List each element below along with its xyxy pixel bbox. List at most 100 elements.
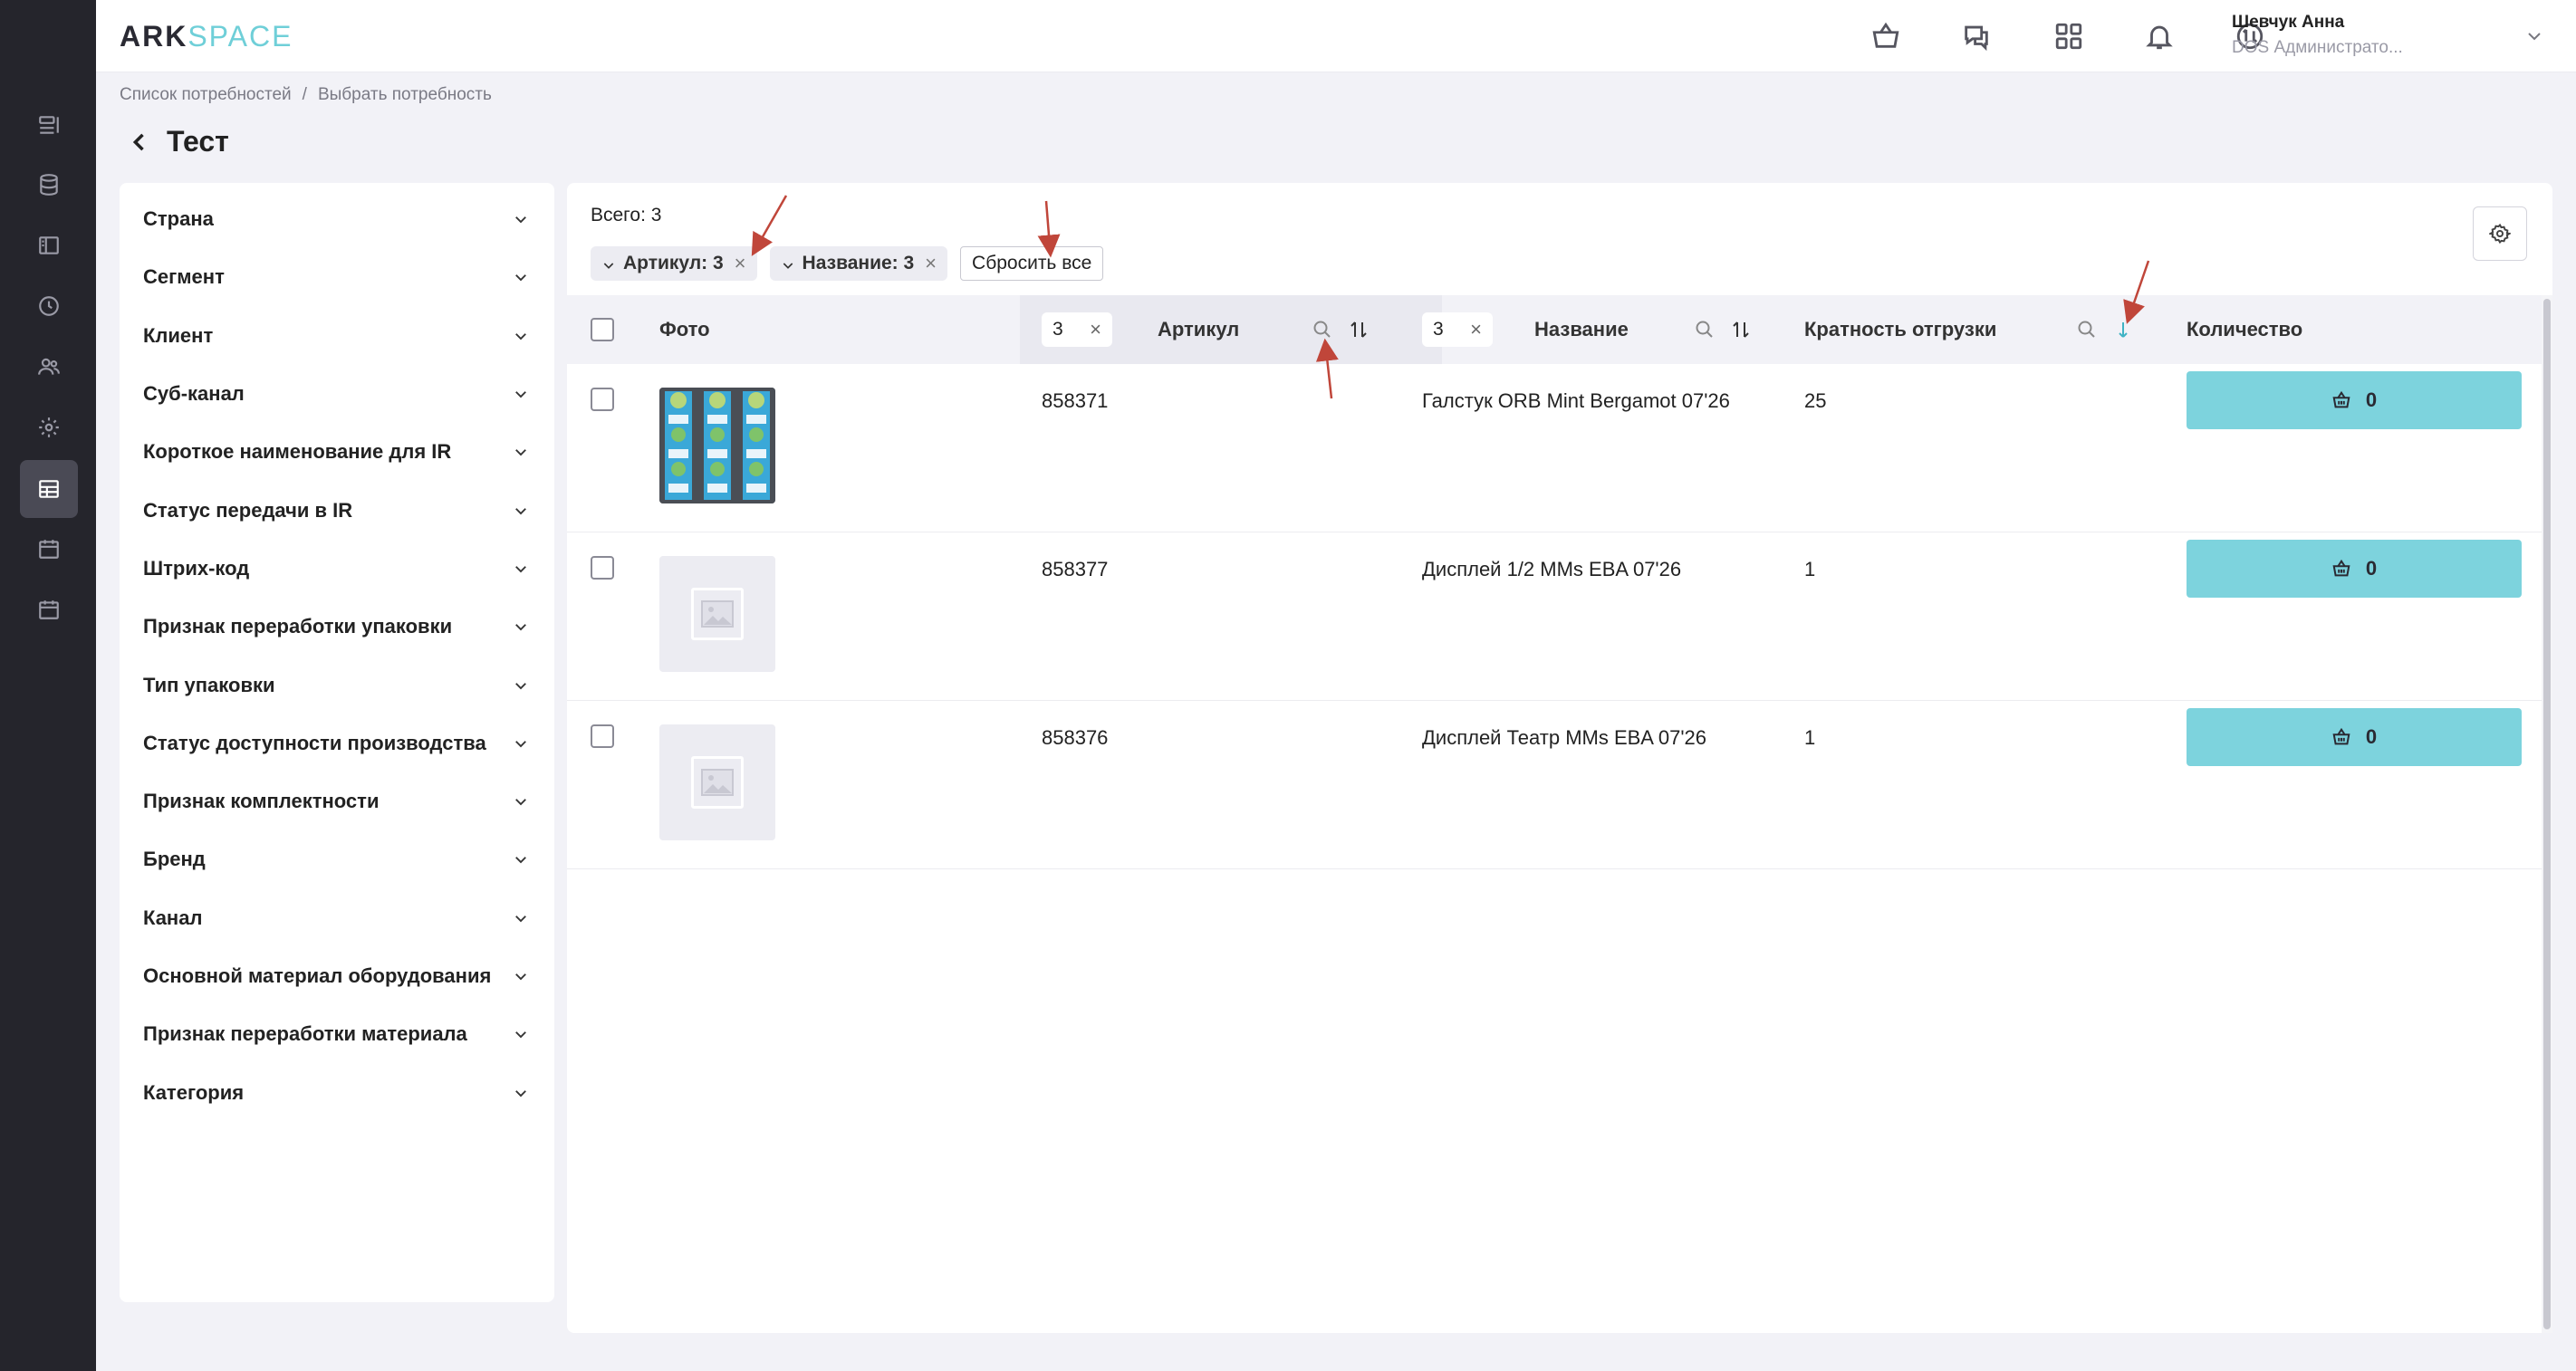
sort-icon[interactable] xyxy=(1730,319,1752,340)
filter-production-availability[interactable]: Статус доступности производства xyxy=(120,714,554,772)
column-multiplicity: Кратность отгрузки xyxy=(1804,318,1997,340)
close-icon[interactable]: × xyxy=(735,252,746,275)
apps-grid-icon[interactable] xyxy=(2051,18,2087,54)
rail-settings-icon[interactable] xyxy=(20,398,78,456)
chevron-down-icon xyxy=(515,799,526,806)
filter-category[interactable]: Категория xyxy=(120,1063,554,1121)
cell-article: 858371 xyxy=(1042,389,1109,412)
filter-short-name-ir[interactable]: Короткое наименование для IR xyxy=(120,423,554,481)
rail-layout-icon[interactable] xyxy=(20,216,78,274)
filter-barcode[interactable]: Штрих-код xyxy=(120,540,554,598)
filter-packaging-recycling[interactable]: Признак переработки упаковки xyxy=(120,598,554,656)
column-quantity: Количество xyxy=(2187,318,2303,340)
table-header: Фото 3 × Артикул 3 × Название Кратность от… xyxy=(567,295,2542,364)
table-row[interactable]: 858371 Галстук ORB Mint Bergamot 07'26 2… xyxy=(567,364,2542,532)
filter-subchannel[interactable]: Суб-канал xyxy=(120,365,554,423)
image-placeholder-icon xyxy=(701,769,734,796)
add-to-basket-button[interactable]: 0 xyxy=(2187,371,2522,429)
filter-country[interactable]: Страна xyxy=(120,190,554,248)
chevron-down-icon xyxy=(515,507,526,514)
sort-icon[interactable] xyxy=(1348,319,1370,340)
rail-users-icon[interactable] xyxy=(20,338,78,396)
cell-name: Дисплей 1/2 MMs EBA 07'26 xyxy=(1422,558,1682,580)
chevron-down-icon[interactable] xyxy=(2523,25,2545,47)
table-settings-button[interactable] xyxy=(2473,206,2527,261)
cell-name: Дисплей Театр MMs EBA 07'26 xyxy=(1422,726,1707,749)
filter-segment[interactable]: Сегмент xyxy=(120,248,554,306)
breadcrumb-separator: / xyxy=(302,85,307,104)
help-chat-icon[interactable] xyxy=(1958,18,1994,54)
rail-calendar-alt-icon[interactable] xyxy=(20,580,78,638)
chevron-down-icon xyxy=(515,682,526,689)
app-logo[interactable]: ARKSPACE xyxy=(120,20,293,53)
photo-placeholder[interactable] xyxy=(659,724,775,840)
row-checkbox[interactable] xyxy=(591,388,614,411)
chevron-down-icon xyxy=(515,624,526,631)
breadcrumb-current: Выбрать потребность xyxy=(317,85,492,104)
filter-completeness[interactable]: Признак комплектности xyxy=(120,772,554,830)
filter-brand[interactable]: Бренд xyxy=(120,830,554,888)
image-placeholder-icon xyxy=(701,600,734,628)
table-row[interactable]: 858376 Дисплей Театр MMs EBA 07'26 1 0 xyxy=(567,701,2542,869)
search-icon[interactable] xyxy=(1312,319,1333,340)
filter-equipment-material[interactable]: Основной материал оборудования xyxy=(120,947,554,1005)
chevron-down-icon[interactable] xyxy=(601,256,616,271)
filter-ir-status[interactable]: Статус передачи в IR xyxy=(120,481,554,539)
chevron-down-icon[interactable] xyxy=(781,256,795,271)
reset-all-button[interactable]: Сбросить все xyxy=(960,246,1104,281)
chevron-down-icon xyxy=(515,216,526,224)
filter-sidebar: Страна Сегмент Клиент Суб-канал Короткое… xyxy=(120,183,554,1302)
chevron-down-icon xyxy=(515,1031,526,1039)
add-to-basket-button[interactable]: 0 xyxy=(2187,540,2522,598)
chevron-down-icon xyxy=(515,973,526,981)
filter-client[interactable]: Клиент xyxy=(120,307,554,365)
basket-icon xyxy=(2332,390,2350,408)
row-checkbox[interactable] xyxy=(591,724,614,748)
scrollbar-thumb[interactable] xyxy=(2543,299,2551,1329)
chip-name[interactable]: Название: 3 × xyxy=(769,246,948,281)
chevron-down-icon xyxy=(515,449,526,456)
column-name: Название xyxy=(1534,318,1629,340)
page-title: Тест xyxy=(167,125,229,158)
photo-placeholder[interactable] xyxy=(659,556,775,672)
filter-channel[interactable]: Канал xyxy=(120,889,554,947)
rail-calendar-icon[interactable] xyxy=(20,520,78,578)
chip-article[interactable]: Артикул: 3 × xyxy=(591,246,757,281)
article-filter-input[interactable]: 3 × xyxy=(1042,312,1112,347)
filter-material-recycling[interactable]: Признак переработки материала xyxy=(120,1005,554,1063)
add-to-basket-button[interactable]: 0 xyxy=(2187,708,2522,766)
user-name: Шевчук Анна xyxy=(2232,13,2345,32)
name-filter-input[interactable]: 3 × xyxy=(1422,312,1493,347)
cell-article: 858377 xyxy=(1042,558,1109,580)
user-profile[interactable]: Шевчук Анна DOS Администрато... xyxy=(2232,13,2403,58)
row-checkbox[interactable] xyxy=(591,556,614,580)
basket-icon[interactable] xyxy=(1868,18,1904,54)
sort-desc-icon[interactable] xyxy=(2112,319,2134,340)
rail-clock-chart-icon[interactable] xyxy=(20,277,78,335)
close-icon[interactable]: × xyxy=(1090,318,1101,341)
cell-multiplicity: 25 xyxy=(1804,389,1827,412)
rail-database-icon[interactable] xyxy=(20,156,78,214)
search-icon[interactable] xyxy=(1694,319,1716,340)
bell-icon[interactable] xyxy=(2141,18,2177,54)
basket-icon xyxy=(2332,727,2350,745)
product-photo[interactable] xyxy=(659,388,775,503)
chevron-down-icon xyxy=(515,566,526,573)
table-row[interactable]: 858377 Дисплей 1/2 MMs EBA 07'26 1 0 xyxy=(567,532,2542,701)
active-filter-chips: Артикул: 3 × Название: 3 × Сбросить все xyxy=(591,246,1104,281)
chevron-down-icon xyxy=(515,1089,526,1097)
user-role: DOS Администрато... xyxy=(2232,38,2403,57)
chevron-down-icon xyxy=(515,274,526,282)
top-bar: ARKSPACE xyxy=(96,0,2576,72)
chevron-down-icon xyxy=(515,915,526,923)
basket-icon xyxy=(2332,559,2350,577)
breadcrumb-link[interactable]: Список потребностей xyxy=(120,85,292,104)
filter-packaging-type[interactable]: Тип упаковки xyxy=(120,656,554,714)
rail-list-icon[interactable] xyxy=(20,96,78,154)
select-all-checkbox[interactable] xyxy=(591,318,614,341)
close-icon[interactable]: × xyxy=(925,252,937,275)
rail-table-icon[interactable] xyxy=(20,460,78,518)
back-arrow-icon[interactable] xyxy=(127,129,152,155)
search-icon[interactable] xyxy=(2076,319,2098,340)
close-icon[interactable]: × xyxy=(1470,318,1482,341)
